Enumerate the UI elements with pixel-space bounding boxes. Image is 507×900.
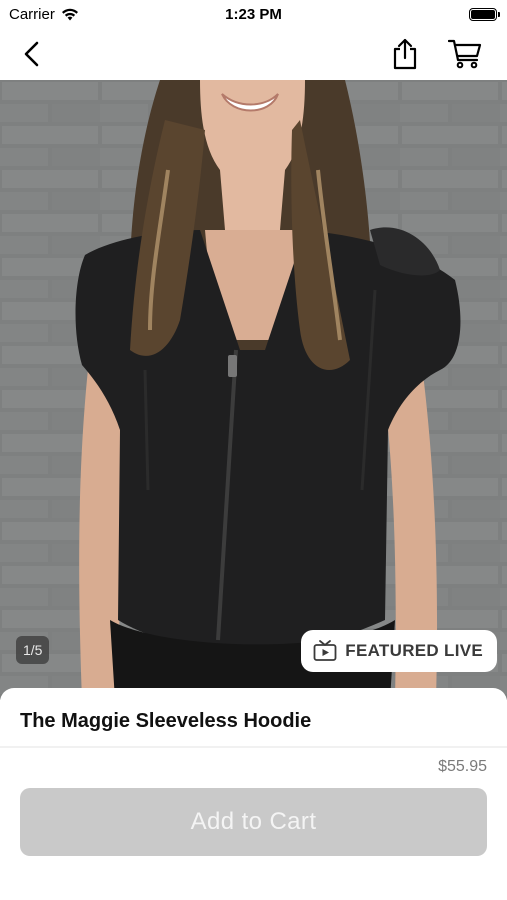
featured-live-label: FEATURED LIVE — [345, 641, 483, 660]
product-info-sheet: The Maggie Sleeveless Hoodie $55.95 Add … — [0, 688, 507, 900]
gallery-page-indicator: 1/5 — [16, 636, 50, 664]
share-icon — [393, 38, 417, 70]
product-photo — [0, 80, 507, 700]
cart-icon — [448, 39, 482, 69]
divider — [0, 746, 507, 748]
nav-actions — [385, 34, 485, 74]
product-price: $55.95 — [438, 758, 487, 775]
status-bar: Carrier 1:23 PM — [0, 0, 507, 28]
back-button[interactable] — [12, 34, 52, 74]
cart-button[interactable] — [445, 34, 485, 74]
featured-live-badge[interactable]: FEATURED LIVE — [301, 630, 497, 672]
carrier-label: Carrier — [9, 5, 55, 23]
chevron-left-icon — [24, 41, 39, 67]
product-image-gallery[interactable]: 1/5 FEATURED LIVE — [0, 80, 507, 700]
navigation-bar — [0, 28, 507, 80]
tv-play-icon — [313, 640, 337, 661]
battery-icon — [469, 7, 500, 21]
product-title: The Maggie Sleeveless Hoodie — [20, 710, 312, 732]
wifi-icon — [61, 8, 78, 20]
product-detail-screen: Carrier 1:23 PM 1/5 FEATURED LIVE The Ma… — [0, 0, 507, 900]
battery-level — [471, 9, 495, 19]
share-button[interactable] — [385, 34, 425, 74]
status-left: Carrier — [9, 6, 79, 23]
add-to-cart-button[interactable]: Add to Cart — [20, 788, 487, 856]
